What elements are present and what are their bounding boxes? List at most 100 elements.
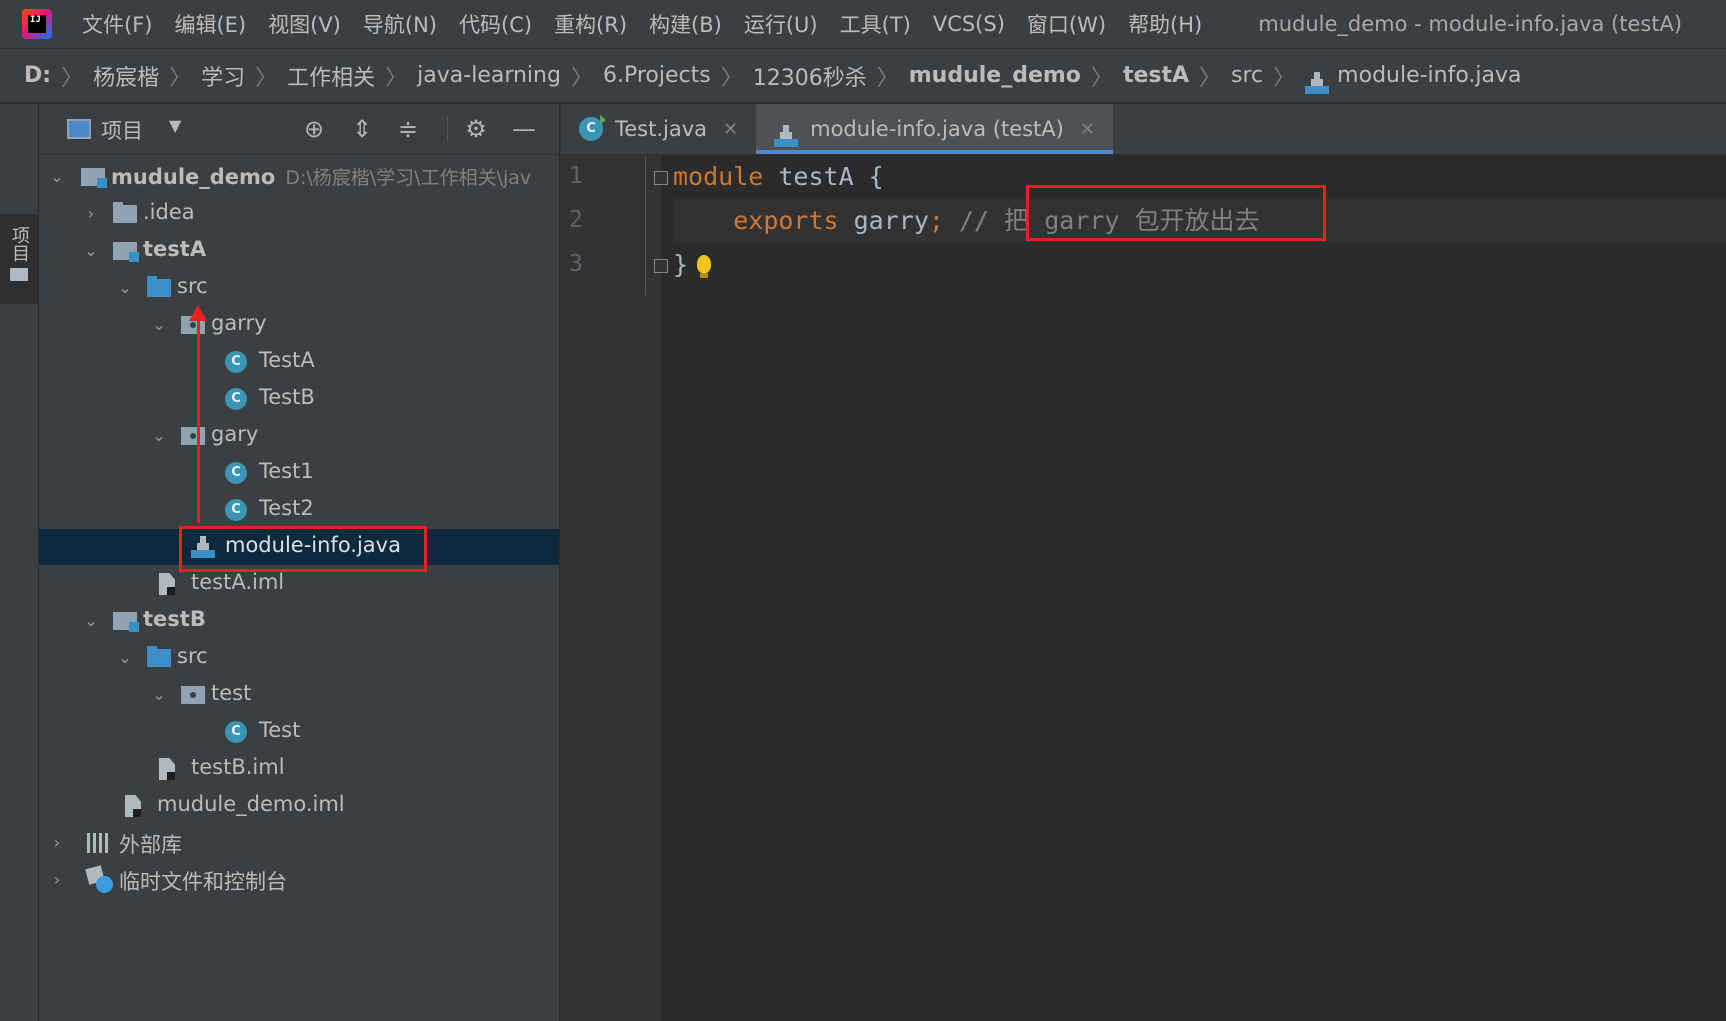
menu-navigate[interactable]: 导航(N): [363, 9, 437, 39]
menu-help[interactable]: 帮助(H): [1128, 9, 1202, 39]
menu-code[interactable]: 代码(C): [459, 9, 532, 39]
tree-row[interactable]: ⌄ src: [39, 640, 559, 676]
tree-row[interactable]: ⌄ gary: [39, 418, 559, 454]
tree-row[interactable]: C Test1: [39, 455, 559, 491]
module-folder-icon: [113, 612, 139, 632]
tree-row[interactable]: ⌄ src: [39, 270, 559, 306]
iml-file-icon: [159, 758, 175, 780]
code-semicolon: ;: [928, 206, 944, 235]
hide-panel-icon[interactable]: —: [507, 112, 541, 146]
project-tool-tab[interactable]: 项目: [0, 214, 38, 304]
breadcrumb-item[interactable]: 6.Projects: [603, 63, 711, 88]
close-icon[interactable]: ✕: [723, 119, 738, 140]
locate-file-icon[interactable]: ⊕: [297, 112, 331, 146]
breadcrumb-item[interactable]: 12306秒杀: [753, 60, 867, 92]
runnable-class-icon: C: [225, 721, 247, 743]
tree-label: src: [177, 274, 208, 298]
chevron-down-icon[interactable]: ⌄: [149, 315, 169, 335]
tree-row[interactable]: C Test: [39, 714, 559, 750]
tree-row[interactable]: › 外部库: [39, 825, 559, 861]
tree-label: testB.iml: [191, 755, 285, 779]
code-area[interactable]: module testA { exports garry; // 把 garry…: [673, 155, 1726, 1021]
tree-label: 临时文件和控制台: [119, 870, 287, 894]
project-panel-title[interactable]: 项目: [101, 115, 143, 145]
gutter-separator: [645, 155, 646, 295]
window-title: mudule_demo - module-info.java (testA): [1258, 12, 1683, 36]
tree-row[interactable]: ⌄ test: [39, 677, 559, 713]
menu-tools[interactable]: 工具(T): [840, 9, 911, 39]
fold-marker-icon[interactable]: [654, 259, 668, 273]
editor-tabs: C Test.java ✕ module-info.java (testA) ✕: [561, 104, 1726, 155]
breadcrumb-item[interactable]: testA: [1123, 63, 1189, 88]
tree-label: test: [211, 681, 252, 705]
class-icon: C: [225, 462, 247, 484]
chevron-down-icon[interactable]: ⌄: [81, 611, 101, 631]
gear-icon[interactable]: ⚙: [459, 112, 493, 146]
breadcrumb-item[interactable]: java-learning: [417, 63, 561, 88]
tree-row[interactable]: C TestA: [39, 344, 559, 380]
module-info-file-icon: [774, 125, 799, 147]
intention-bulb-icon[interactable]: [697, 255, 711, 278]
chevron-right-icon[interactable]: ›: [47, 833, 67, 853]
tree-row[interactable]: › 临时文件和控制台: [39, 862, 559, 898]
tree-row[interactable]: C Test2: [39, 492, 559, 528]
tree-row[interactable]: › .idea: [39, 196, 559, 232]
tree-row[interactable]: ⌄ mudule_demo D:\杨宸楷\学习\工作相关\jav: [39, 159, 559, 195]
caret-down-icon[interactable]: ▼: [169, 116, 181, 135]
tab-module-info[interactable]: module-info.java (testA) ✕: [756, 104, 1113, 154]
breadcrumb-item[interactable]: mudule_demo: [909, 63, 1081, 88]
menu-run[interactable]: 运行(U): [744, 9, 818, 39]
chevron-right-icon: 〉: [385, 65, 408, 91]
tree-label: Test2: [259, 496, 314, 520]
fold-marker-icon[interactable]: [654, 171, 668, 185]
class-icon: C: [225, 388, 247, 410]
chevron-right-icon[interactable]: ›: [81, 204, 101, 224]
tree-row[interactable]: mudule_demo.iml: [39, 788, 559, 824]
menu-build[interactable]: 构建(B): [649, 9, 722, 39]
breadcrumb-item[interactable]: src: [1231, 63, 1263, 88]
chevron-down-icon[interactable]: ⌄: [149, 426, 169, 446]
tree-row[interactable]: testB.iml: [39, 751, 559, 787]
menu-edit[interactable]: 编辑(E): [174, 9, 246, 39]
tool-window-stripe: 项目: [0, 104, 39, 1021]
menu-window[interactable]: 窗口(W): [1027, 9, 1106, 39]
chevron-right-icon: 〉: [570, 65, 593, 91]
annotation-arrow-line: [197, 317, 200, 523]
menu-vcs[interactable]: VCS(S): [933, 12, 1005, 36]
chevron-down-icon[interactable]: ⌄: [115, 648, 135, 668]
close-icon[interactable]: ✕: [1080, 119, 1095, 140]
chevron-down-icon[interactable]: ⌄: [149, 685, 169, 705]
tab-test-java[interactable]: C Test.java ✕: [561, 104, 756, 154]
breadcrumb-item[interactable]: 杨宸楷: [93, 60, 159, 92]
tree-label: garry: [211, 311, 267, 335]
code-comment-prefix: //: [943, 206, 990, 235]
breadcrumb-item-current[interactable]: module-info.java: [1305, 63, 1522, 94]
breadcrumb-item[interactable]: D:: [24, 63, 51, 88]
menu-view[interactable]: 视图(V): [268, 9, 341, 39]
chevron-down-icon[interactable]: ⌄: [115, 278, 135, 298]
chevron-right-icon: 〉: [169, 65, 192, 91]
chevron-right-icon: 〉: [61, 65, 84, 91]
chevron-down-icon[interactable]: ⌄: [81, 241, 101, 261]
menu-file[interactable]: 文件(F): [82, 9, 152, 39]
tree-label: Test1: [259, 459, 314, 483]
chevron-down-icon[interactable]: ⌄: [47, 167, 67, 187]
chevron-right-icon: 〉: [255, 65, 278, 91]
breadcrumb-item[interactable]: 学习: [201, 60, 245, 92]
tree-label: gary: [211, 422, 259, 446]
tree-row[interactable]: ⌄ testB: [39, 603, 559, 639]
tree-row[interactable]: ⌄ garry: [39, 307, 559, 343]
source-folder-icon: [147, 276, 171, 297]
tree-row[interactable]: C TestB: [39, 381, 559, 417]
code-text: testA {: [763, 162, 884, 191]
line-number: 1: [569, 163, 583, 189]
expand-all-icon[interactable]: ⇕: [345, 112, 379, 146]
collapse-all-icon[interactable]: ≑: [391, 112, 425, 146]
tree-row[interactable]: ⌄ testA: [39, 233, 559, 269]
menu-refactor[interactable]: 重构(R): [554, 9, 627, 39]
breadcrumb-item[interactable]: 工作相关: [287, 60, 375, 92]
chevron-right-icon[interactable]: ›: [47, 870, 67, 890]
intellij-logo-icon[interactable]: IJ: [22, 9, 52, 39]
external-libraries-icon: [87, 833, 111, 853]
scratches-icon: [85, 865, 113, 893]
